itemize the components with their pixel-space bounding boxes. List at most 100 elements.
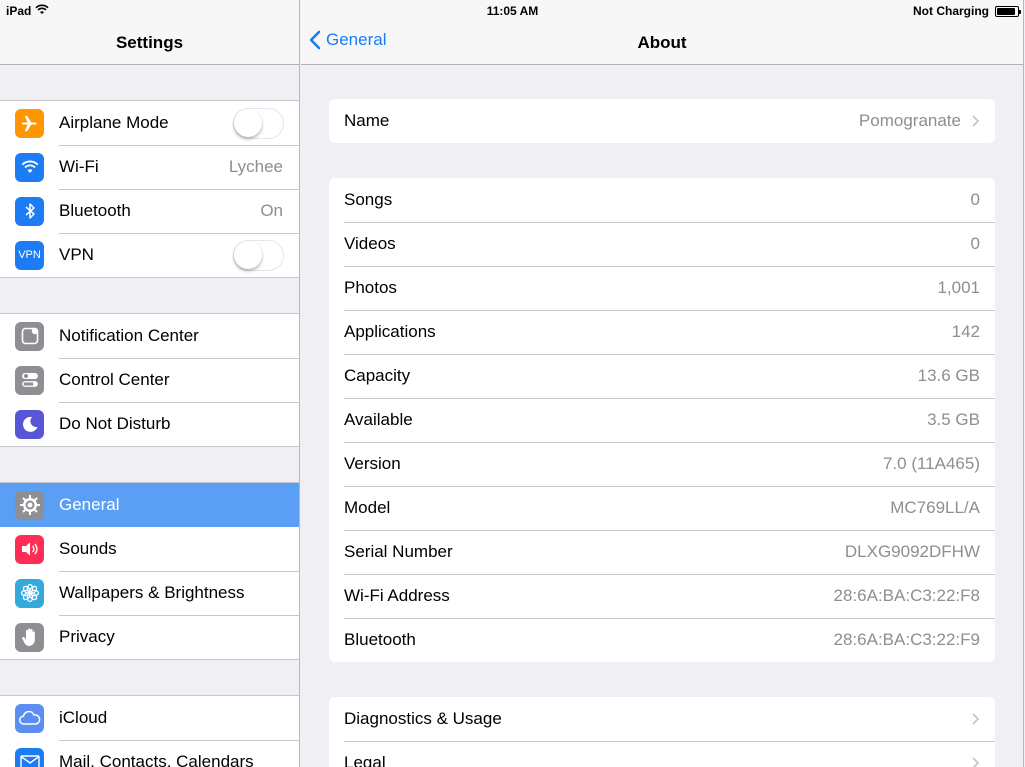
sidebar-item-label: VPN xyxy=(59,245,94,264)
info-row-version: Version 7.0 (11A465) xyxy=(329,442,995,486)
info-row-wifi-address: Wi-Fi Address 28:6A:BA:C3:22:F8 xyxy=(329,574,995,618)
info-label: Version xyxy=(344,454,401,473)
name-card: Name Pomogranate xyxy=(329,99,995,143)
info-value: 0 xyxy=(970,234,980,253)
info-value: 0 xyxy=(970,190,980,209)
info-label: Applications xyxy=(344,322,436,341)
vpn-icon: VPN xyxy=(15,240,44,270)
status-bar: iPad 11:05 AM Not Charging xyxy=(0,0,1025,20)
about-detail-pane: General About Name Pomogranate Songs 0 Vi… xyxy=(301,0,1024,767)
link-label: Diagnostics & Usage xyxy=(344,709,502,728)
info-row-model: Model MC769LL/A xyxy=(329,486,995,530)
sidebar-item-label: iCloud xyxy=(59,708,108,727)
chevron-right-icon xyxy=(972,757,980,767)
info-label: Serial Number xyxy=(344,542,453,561)
info-row-photos: Photos 1,001 xyxy=(329,266,995,310)
info-value: 13.6 GB xyxy=(917,366,980,385)
info-row-bluetooth: Bluetooth 28:6A:BA:C3:22:F9 xyxy=(329,618,995,662)
info-value: 7.0 (11A465) xyxy=(882,454,980,473)
info-row-capacity: Capacity 13.6 GB xyxy=(329,354,995,398)
info-label: Model xyxy=(344,498,391,517)
bluetooth-icon xyxy=(15,196,44,226)
sidebar-item-bluetooth[interactable]: Bluetooth On xyxy=(0,189,299,233)
info-row-videos: Videos 0 xyxy=(329,222,995,266)
sidebar-group-system: Notification Center Control Center Do No… xyxy=(0,313,299,447)
sidebar-item-do-not-disturb[interactable]: Do Not Disturb xyxy=(0,402,299,446)
battery-icon xyxy=(995,5,1021,17)
sidebar-item-label: Wallpapers & Brightness xyxy=(59,583,245,602)
chevron-right-icon xyxy=(972,115,980,127)
info-label: Capacity xyxy=(344,366,411,385)
info-row-available: Available 3.5 GB xyxy=(329,398,995,442)
links-card: Diagnostics & Usage Legal xyxy=(329,697,995,767)
info-label: Bluetooth xyxy=(344,630,416,649)
sidebar-item-general[interactable]: General xyxy=(0,483,299,527)
info-value: 28:6A:BA:C3:22:F9 xyxy=(833,630,980,649)
sidebar-title: Settings xyxy=(115,33,184,52)
info-value: 3.5 GB xyxy=(927,410,980,429)
sidebar-item-label: Notification Center xyxy=(59,326,199,345)
speaker-icon xyxy=(15,534,44,564)
info-value: 1,001 xyxy=(937,278,980,297)
sidebar-item-label: Bluetooth xyxy=(59,201,131,220)
wifi-network-value: Lychee xyxy=(228,157,283,176)
sidebar-item-vpn[interactable]: VPN VPN xyxy=(0,233,299,277)
name-label: Name xyxy=(344,111,390,130)
diagnostics-usage-row[interactable]: Diagnostics & Usage xyxy=(329,697,995,741)
sidebar-item-label: General xyxy=(59,495,120,514)
sidebar-item-label: Do Not Disturb xyxy=(59,414,171,433)
sidebar-item-label: Control Center xyxy=(59,370,170,389)
info-value: DLXG9092DFHW xyxy=(844,542,980,561)
info-row-applications: Applications 142 xyxy=(329,310,995,354)
airplane-mode-toggle[interactable] xyxy=(233,107,284,139)
sidebar-item-wallpapers-brightness[interactable]: Wallpapers & Brightness xyxy=(0,571,299,615)
wifi-icon xyxy=(15,152,44,182)
sidebar-group-connectivity: Airplane Mode Wi-Fi Lychee Bluetooth On … xyxy=(0,100,299,278)
info-label: Videos xyxy=(344,234,396,253)
device-info-card: Songs 0 Videos 0 Photos 1,001 Applications 1… xyxy=(329,178,995,662)
name-value: Pomogranate xyxy=(858,111,961,130)
info-label: Available xyxy=(344,410,413,429)
notification-center-icon xyxy=(15,321,44,351)
moon-icon xyxy=(15,409,44,439)
info-label: Wi-Fi Address xyxy=(344,586,450,605)
sidebar-item-notification-center[interactable]: Notification Center xyxy=(0,314,299,358)
sidebar-item-label: Privacy xyxy=(59,627,115,646)
cloud-icon xyxy=(15,703,44,733)
name-row[interactable]: Name Pomogranate xyxy=(329,99,995,143)
chevron-right-icon xyxy=(972,713,980,725)
info-value: MC769LL/A xyxy=(890,498,980,517)
status-time: 11:05 AM xyxy=(486,4,539,18)
airplane-icon xyxy=(15,108,44,138)
control-center-icon xyxy=(15,365,44,395)
sidebar-item-icloud[interactable]: iCloud xyxy=(0,696,299,740)
bluetooth-status-value: On xyxy=(260,201,283,220)
sidebar-item-label: Mail, Contacts, Calendars xyxy=(59,752,254,767)
sidebar-item-label: Airplane Mode xyxy=(59,113,169,132)
status-right: Not Charging xyxy=(913,4,1021,18)
legal-row[interactable]: Legal xyxy=(329,741,995,767)
page-title: About xyxy=(637,33,687,52)
gear-icon xyxy=(15,490,44,520)
sidebar-item-wifi[interactable]: Wi-Fi Lychee xyxy=(0,145,299,189)
sidebar-item-mail-contacts-calendars[interactable]: Mail, Contacts, Calendars xyxy=(0,740,299,767)
info-value: 28:6A:BA:C3:22:F8 xyxy=(833,586,980,605)
charging-status: Not Charging xyxy=(913,4,989,18)
vpn-toggle[interactable] xyxy=(233,239,284,271)
flower-icon xyxy=(15,578,44,608)
sidebar-item-airplane-mode[interactable]: Airplane Mode xyxy=(0,101,299,145)
sidebar-item-privacy[interactable]: Privacy xyxy=(0,615,299,659)
sidebar-item-control-center[interactable]: Control Center xyxy=(0,358,299,402)
info-row-songs: Songs 0 xyxy=(329,178,995,222)
envelope-icon xyxy=(15,747,44,767)
sidebar-item-sounds[interactable]: Sounds xyxy=(0,527,299,571)
info-row-serial-number: Serial Number DLXG9092DFHW xyxy=(329,530,995,574)
sidebar-item-label: Wi-Fi xyxy=(59,157,99,176)
hand-icon xyxy=(15,622,44,652)
info-label: Songs xyxy=(344,190,393,209)
info-value: 142 xyxy=(951,322,980,341)
settings-sidebar: Settings Airplane Mode Wi-Fi Lychee Blue… xyxy=(0,0,300,767)
sidebar-group-accounts: iCloud Mail, Contacts, Calendars xyxy=(0,695,299,767)
info-label: Photos xyxy=(344,278,397,297)
sidebar-item-label: Sounds xyxy=(59,539,117,558)
